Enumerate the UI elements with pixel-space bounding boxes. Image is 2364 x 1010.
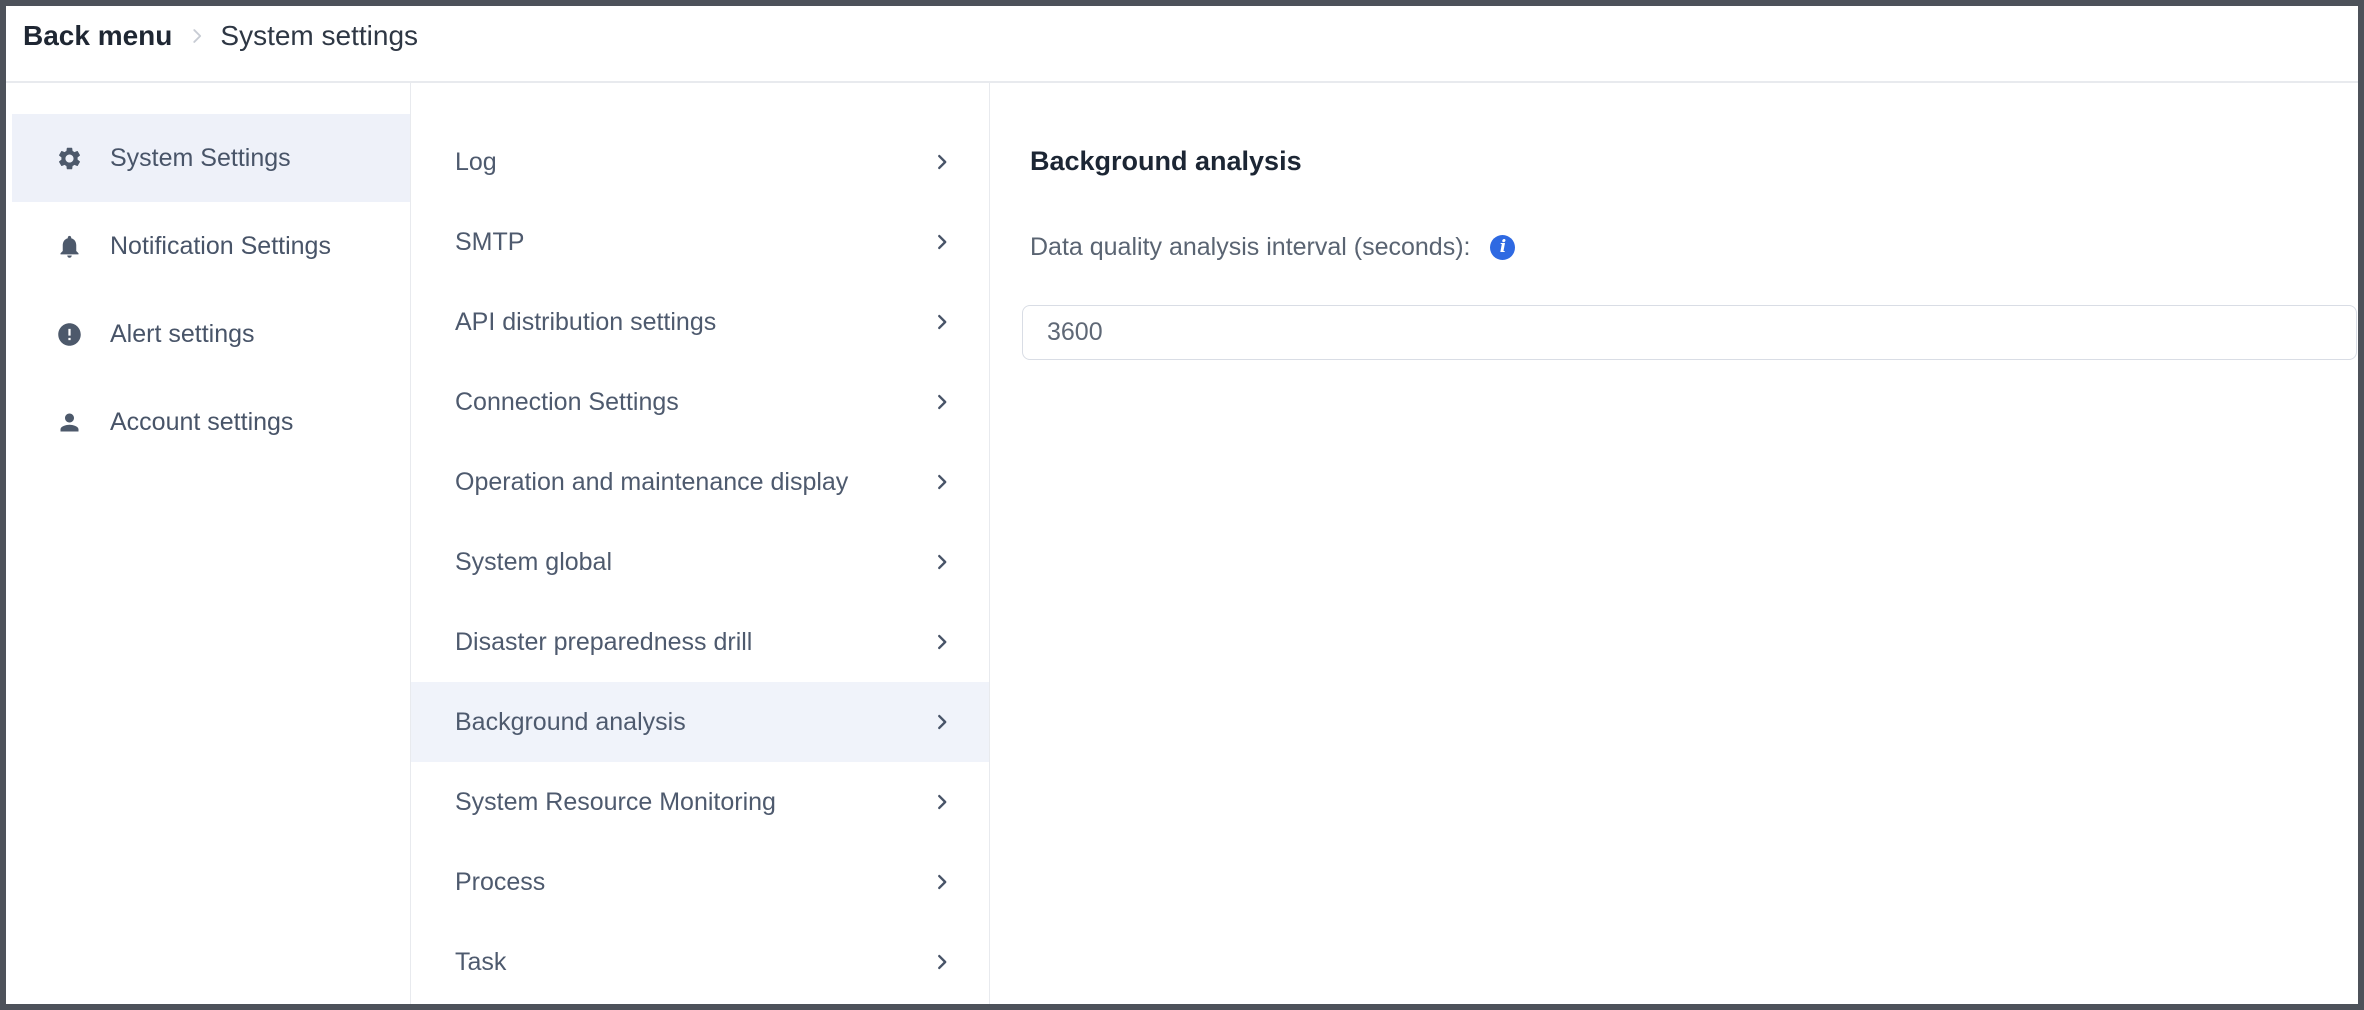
menu-item-label: Operation and maintenance display [455,468,848,497]
sidebar-item-label: Account settings [110,408,293,437]
chevron-right-icon [931,551,953,573]
menu-item-label: Process [455,868,545,897]
menu-item-api-distribution-settings[interactable]: API distribution settings [411,282,989,362]
menu-item-log[interactable]: Log [411,122,989,202]
sidebar-item-label: Notification Settings [110,232,331,261]
interval-seconds-input[interactable] [1022,305,2357,360]
menu-item-task[interactable]: Task [411,922,989,1002]
menu-item-label: Log [455,148,497,177]
menu-item-system-global[interactable]: System global [411,522,989,602]
field-label-row: Data quality analysis interval (seconds)… [1030,232,2358,262]
header-bar: Back menu System settings [6,6,2358,83]
menu-item-label: Background analysis [455,708,686,737]
menu-item-system-resource-monitoring[interactable]: System Resource Monitoring [411,762,989,842]
field-label: Data quality analysis interval (seconds)… [1030,232,1470,262]
sidebar-item-label: Alert settings [110,320,255,349]
sidebar-item-system-settings[interactable]: System Settings [12,114,410,202]
gear-icon [56,145,83,172]
sidebar-item-label: System Settings [110,144,291,173]
menu-item-process[interactable]: Process [411,842,989,922]
chevron-right-icon [931,231,953,253]
menu-item-background-analysis[interactable]: Background analysis [411,682,989,762]
bell-icon [56,233,83,260]
chevron-right-icon [931,311,953,333]
menu-item-label: API distribution settings [455,308,716,337]
menu-item-smtp[interactable]: SMTP [411,202,989,282]
sidebar-item-account-settings[interactable]: Account settings [12,378,410,466]
menu-item-label: Connection Settings [455,388,679,417]
chevron-right-icon [931,871,953,893]
sidebar-item-alert-settings[interactable]: Alert settings [12,290,410,378]
chevron-right-icon [931,391,953,413]
menu-item-label: System global [455,548,612,577]
menu-item-disaster-preparedness-drill[interactable]: Disaster preparedness drill [411,602,989,682]
alert-circle-icon [56,321,83,348]
user-icon [56,409,83,436]
chevron-right-icon [931,951,953,973]
breadcrumb-back-link[interactable]: Back menu [23,21,172,51]
chevron-right-icon [931,151,953,173]
menu-item-label: SMTP [455,228,524,257]
menu-item-label: System Resource Monitoring [455,788,776,817]
menu-item-label: Disaster preparedness drill [455,628,752,657]
chevron-right-icon [931,471,953,493]
menu-item-operation-maintenance-display[interactable]: Operation and maintenance display [411,442,989,522]
chevron-right-icon [931,711,953,733]
chevron-right-icon [931,791,953,813]
settings-section-menu: Log SMTP API distribution settings Conne… [411,83,990,1004]
menu-item-connection-settings[interactable]: Connection Settings [411,362,989,442]
info-icon[interactable]: i [1490,235,1515,260]
breadcrumb-current: System settings [220,21,418,51]
sidebar-nav: System Settings Notification Settings Al… [6,83,411,1004]
chevron-right-icon [931,631,953,653]
breadcrumb: Back menu System settings [23,21,418,51]
breadcrumb-separator-icon [186,25,208,47]
settings-window: Back menu System settings System Setting… [0,0,2364,1010]
page-title: Background analysis [1030,144,2358,178]
menu-item-label: Task [455,948,506,977]
content-panel: Background analysis Data quality analysi… [990,83,2358,1004]
sidebar-item-notification-settings[interactable]: Notification Settings [12,202,410,290]
main-area: System Settings Notification Settings Al… [6,83,2358,1004]
